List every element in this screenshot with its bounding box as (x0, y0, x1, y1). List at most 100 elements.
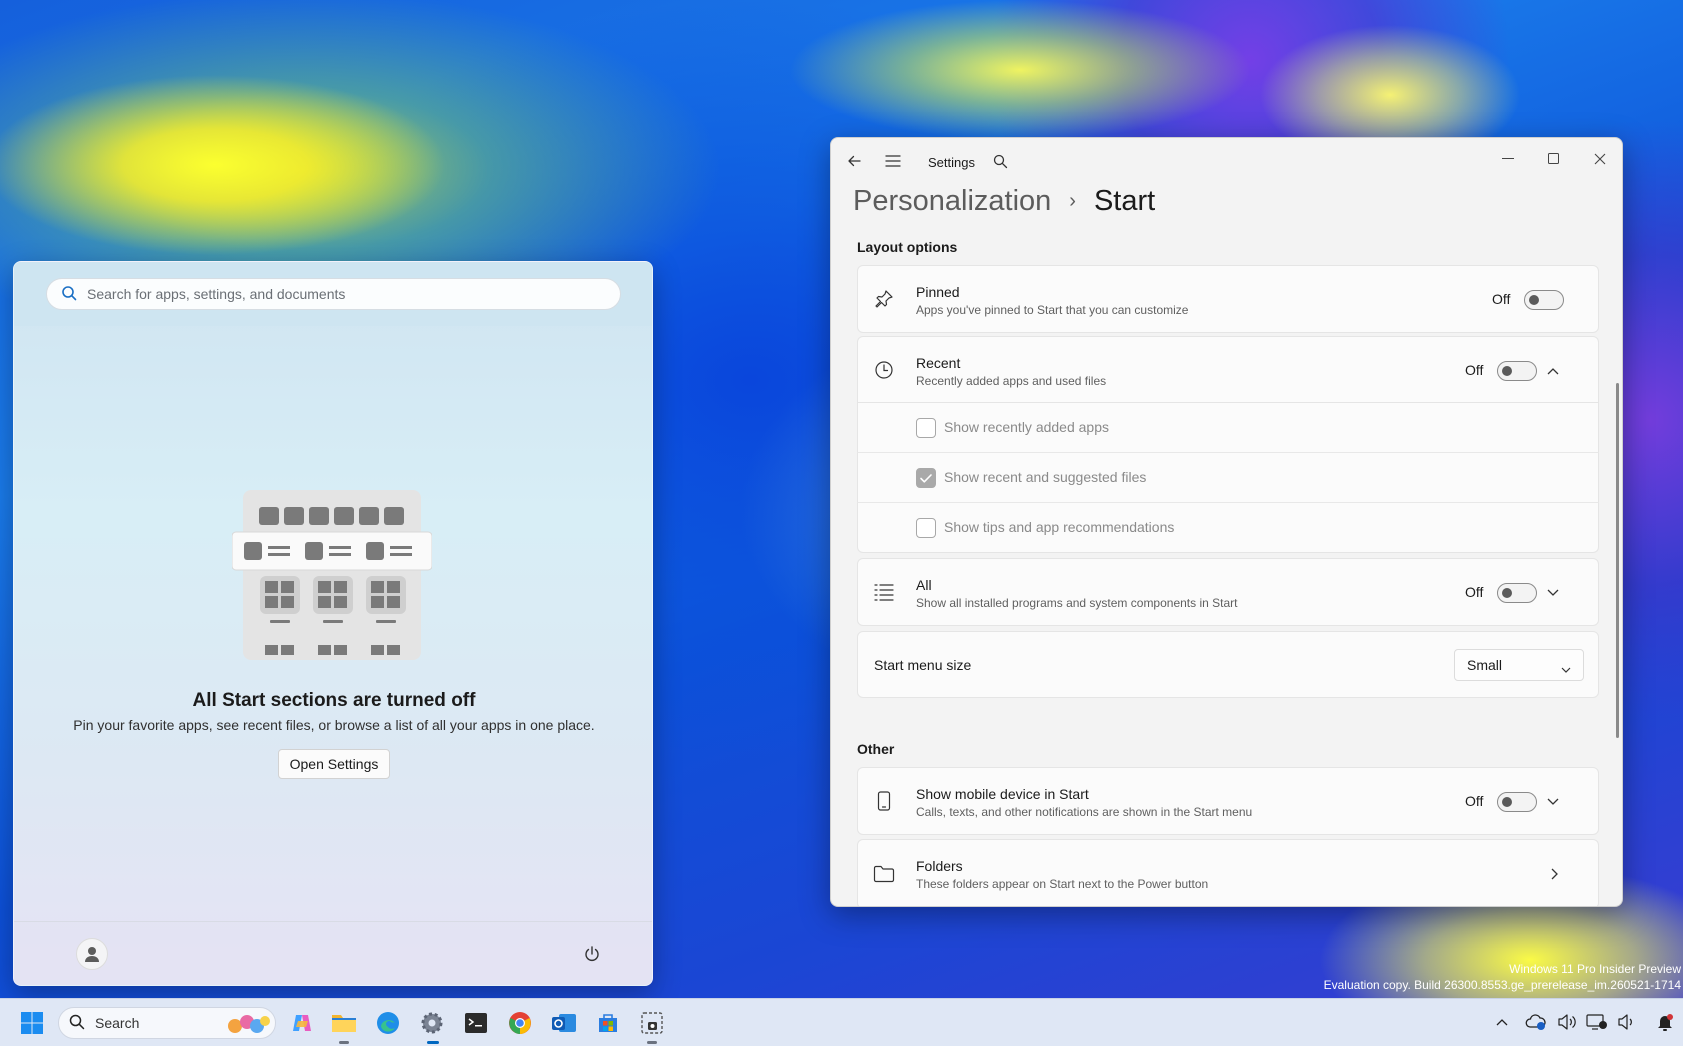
start-menu: Search for apps, settings, and documents (13, 261, 653, 986)
show-recently-added-checkbox[interactable] (916, 418, 936, 438)
search-highlight-icon (225, 1012, 273, 1039)
mobile-device-toggle[interactable] (1497, 792, 1537, 812)
running-indicator (339, 1041, 349, 1044)
start-menu-header: Search for apps, settings, and documents (14, 262, 652, 326)
maximize-button[interactable] (1531, 144, 1577, 174)
chevron-down-icon (1561, 661, 1571, 677)
folders-title: Folders (916, 858, 963, 874)
chevron-right-icon[interactable] (1547, 866, 1563, 882)
watermark-line-1: Windows 11 Pro Insider Preview (1509, 962, 1681, 976)
all-state-label: Off (1465, 584, 1484, 600)
show-tips-checkbox[interactable] (916, 518, 936, 538)
show-recent-files-checkbox[interactable] (916, 468, 936, 488)
minimize-button[interactable] (1485, 144, 1531, 174)
folders-description: These folders appear on Start next to th… (916, 877, 1209, 891)
open-settings-button[interactable]: Open Settings (278, 749, 390, 779)
mobile-device-state-label: Off (1465, 793, 1484, 809)
layout-options-heading: Layout options (857, 239, 958, 255)
page-title: Start (1093, 185, 1156, 217)
recent-setting-card[interactable]: Recent Recently added apps and used file… (857, 336, 1599, 403)
mobile-device-card[interactable]: Show mobile device in Start Calls, texts… (857, 767, 1599, 835)
mobile-device-description: Calls, texts, and other notifications ar… (916, 805, 1253, 819)
watermark-line-2: Evaluation copy. Build 26300.8553.ge_pre… (1323, 978, 1681, 992)
phone-icon (872, 789, 896, 813)
power-icon[interactable] (580, 942, 604, 966)
close-button[interactable] (1577, 144, 1622, 174)
recent-option-row[interactable]: Show tips and app recommendations (857, 503, 1599, 553)
start-menu-size-value: Small (1467, 657, 1503, 673)
breadcrumb: Personalization › Start (853, 185, 1155, 218)
volume-icon[interactable] (1556, 1011, 1578, 1033)
show-recent-files-label: Show recent and suggested files (944, 469, 1147, 485)
terminal-icon[interactable] (460, 1007, 492, 1039)
hamburger-menu-icon[interactable] (882, 150, 904, 172)
all-setting-card[interactable]: All Show all installed programs and syst… (857, 558, 1599, 626)
pinned-toggle[interactable] (1524, 290, 1564, 310)
recent-option-row[interactable]: Show recently added apps (857, 403, 1599, 453)
edge-icon[interactable] (372, 1007, 404, 1039)
recent-toggle[interactable] (1497, 361, 1537, 381)
copilot-icon[interactable] (286, 1007, 318, 1039)
outlook-icon[interactable] (548, 1007, 580, 1039)
all-description: Show all installed programs and system c… (916, 596, 1238, 610)
all-title: All (916, 577, 932, 593)
display-icon[interactable] (1586, 1011, 1608, 1033)
taskbar-search-label: Search (95, 1015, 140, 1031)
breadcrumb-parent[interactable]: Personalization (853, 185, 1051, 218)
start-empty-subtitle: Pin your favorite apps, see recent files… (73, 717, 595, 733)
search-icon[interactable] (989, 150, 1011, 172)
speaker-icon[interactable] (1616, 1011, 1638, 1033)
chevron-up-icon[interactable] (1545, 363, 1561, 379)
taskbar-search-box[interactable]: Search (58, 1007, 276, 1039)
start-empty-title: All Start sections are turned off (192, 690, 476, 711)
chevron-down-icon[interactable] (1545, 585, 1561, 601)
recent-option-row[interactable]: Show recent and suggested files (857, 453, 1599, 503)
app-title: Settings (928, 155, 975, 170)
windows-start-icon[interactable] (16, 1007, 48, 1039)
running-indicator (647, 1041, 657, 1044)
mobile-device-title: Show mobile device in Start (916, 786, 1089, 802)
onedrive-icon[interactable] (1525, 1011, 1547, 1033)
chevron-up-icon[interactable] (1491, 1011, 1513, 1033)
search-icon (69, 1014, 85, 1033)
start-menu-size-dropdown[interactable]: Small (1454, 649, 1584, 681)
settings-window: Settings Personalization › Start Layout … (830, 137, 1623, 907)
start-menu-size-card: Start menu size Small (857, 631, 1599, 698)
recent-description: Recently added apps and used files (916, 374, 1107, 388)
recent-state-label: Off (1465, 362, 1484, 378)
folders-card[interactable]: Folders These folders appear on Start ne… (857, 839, 1599, 906)
chevron-down-icon[interactable] (1545, 794, 1561, 810)
snipping-tool-icon[interactable] (636, 1007, 668, 1039)
user-avatar-icon[interactable] (76, 938, 108, 970)
start-search-box[interactable]: Search for apps, settings, and documents (46, 278, 621, 310)
clock-icon (872, 358, 896, 382)
breadcrumb-chevron-icon: › (1069, 190, 1076, 212)
file-explorer-icon[interactable] (328, 1007, 360, 1039)
start-search-placeholder: Search for apps, settings, and documents (87, 286, 346, 302)
chrome-icon[interactable] (504, 1007, 536, 1039)
pin-icon (872, 287, 896, 311)
all-toggle[interactable] (1497, 583, 1537, 603)
taskbar: Search (0, 998, 1683, 1046)
pinned-title: Pinned (916, 284, 960, 300)
folder-icon (872, 862, 896, 886)
back-arrow-icon[interactable] (843, 150, 865, 172)
title-bar: Settings (831, 138, 1622, 182)
list-icon (872, 580, 896, 604)
pinned-state-label: Off (1492, 291, 1511, 307)
notification-bell-icon[interactable] (1654, 1011, 1676, 1033)
show-recently-added-label: Show recently added apps (944, 419, 1109, 435)
checkmark-icon (920, 474, 932, 483)
store-icon[interactable] (592, 1007, 624, 1039)
start-menu-size-label: Start menu size (874, 657, 972, 673)
search-icon (61, 285, 77, 304)
start-menu-footer (14, 921, 652, 985)
settings-icon[interactable] (416, 1007, 448, 1039)
active-indicator (427, 1041, 439, 1044)
scrollbar[interactable] (1616, 383, 1619, 738)
start-sections-illustration-icon (231, 490, 433, 660)
pinned-description: Apps you've pinned to Start that you can… (916, 303, 1189, 317)
show-tips-label: Show tips and app recommendations (944, 519, 1175, 535)
other-heading: Other (857, 741, 895, 757)
pinned-setting-card: Pinned Apps you've pinned to Start that … (857, 265, 1599, 333)
